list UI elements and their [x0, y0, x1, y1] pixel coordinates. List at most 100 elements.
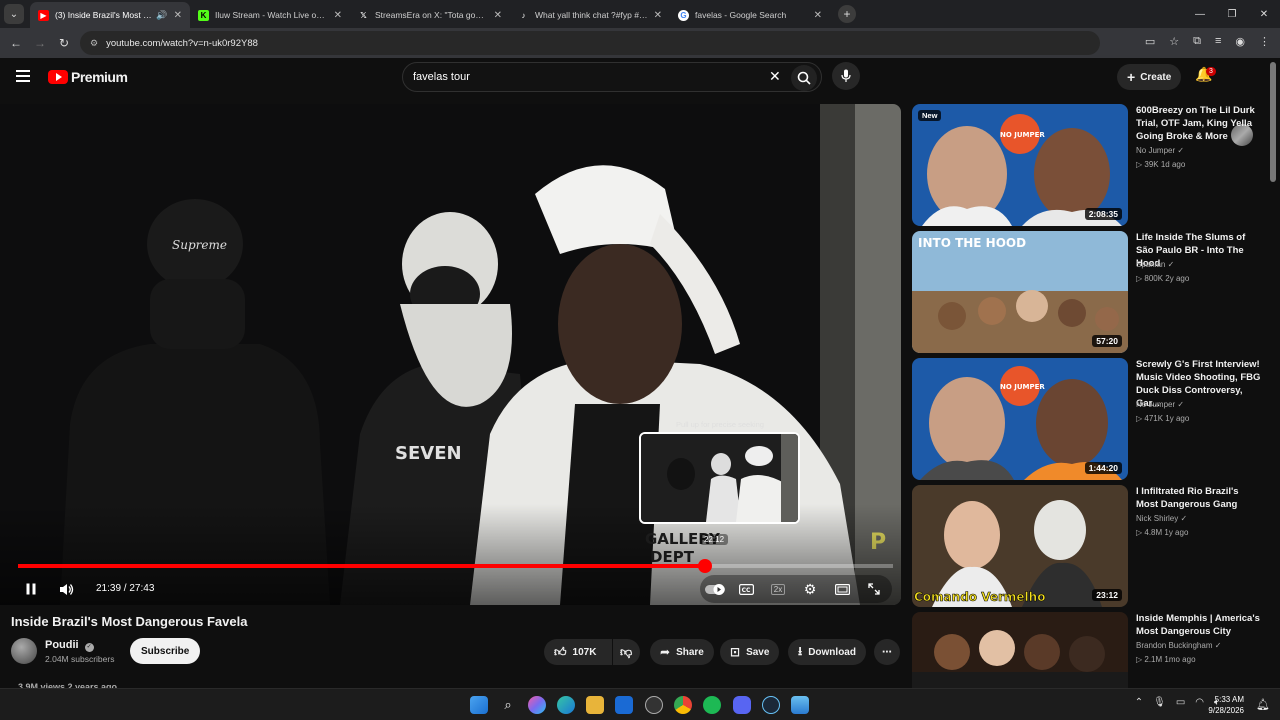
voice-search-button[interactable] — [832, 62, 860, 90]
autoplay-toggle[interactable] — [704, 580, 726, 598]
recommendation-channel[interactable]: Brandon Buckingham ✓ — [1136, 641, 1221, 650]
minimize-icon[interactable]: — — [1184, 0, 1216, 28]
steam-icon[interactable] — [762, 696, 780, 714]
tab-search-button[interactable]: ⌄ — [4, 4, 24, 24]
duration-badge: 2:08:35 — [1084, 208, 1122, 220]
search-button[interactable] — [791, 65, 817, 91]
progress-bar[interactable] — [18, 559, 893, 573]
volume-icon[interactable] — [57, 580, 75, 598]
taskbar-clock[interactable]: 5:33 AM 9/28/2026 — [1208, 694, 1244, 716]
page-scrollbar[interactable] — [1270, 62, 1276, 182]
download-icon: ⭳ — [798, 643, 803, 658]
recommendation-channel[interactable]: No Jumper ✓ — [1136, 146, 1184, 155]
recommendation-title[interactable]: Inside Memphis | America's Most Dangerou… — [1136, 612, 1262, 638]
captions-icon[interactable]: CC — [737, 580, 755, 598]
browser-tab-2[interactable]: K Iluw Stream - Watch Live on Ki ✕ — [190, 2, 350, 28]
close-window-icon[interactable]: ✕ — [1248, 0, 1280, 28]
like-button[interactable]: 👍︎ 107K — [544, 639, 612, 665]
thumbs-up-icon: 👍︎ — [554, 644, 567, 659]
search-icon — [797, 71, 811, 85]
close-icon[interactable]: ✕ — [814, 10, 822, 21]
wifi-icon[interactable]: ◠ — [1195, 697, 1204, 708]
search-input[interactable] — [413, 71, 753, 83]
recommendation-channel[interactable]: Nick Shirley ✓ — [1136, 514, 1187, 523]
recommendation-item[interactable]: Comando Vermelho 23:12 I Infiltrated Rio… — [912, 485, 1262, 607]
back-icon[interactable]: ← — [4, 36, 28, 50]
google-icon: G — [678, 9, 689, 21]
time-display: 21:39 / 27:43 — [96, 583, 155, 594]
youtube-logo[interactable]: Premium — [48, 69, 128, 85]
speaker-icon[interactable]: 🔊 — [156, 10, 167, 21]
cast-icon[interactable]: ▭ — [1145, 35, 1155, 48]
recommendation-item[interactable]: INTO THE HOOD 57:20 Life Inside The Slum… — [912, 231, 1262, 353]
settings-gear-icon[interactable]: ⚙ — [801, 580, 819, 598]
subscribe-button[interactable]: Subscribe — [130, 638, 201, 664]
github-icon[interactable] — [645, 696, 663, 714]
file-explorer-icon[interactable] — [586, 696, 604, 714]
search-icon[interactable]: ⌕ — [499, 696, 517, 714]
recommendation-thumbnail[interactable]: NO JUMPER New 2:08:35 — [912, 104, 1128, 226]
media-icon[interactable]: ≡ — [1215, 35, 1221, 48]
photos-icon[interactable] — [791, 696, 809, 714]
browser-tab-1[interactable]: ▶ (3) Inside Brazil's Most Dang 🔊 ✕ — [30, 2, 190, 28]
recommendation-thumbnail[interactable]: Comando Vermelho 23:12 — [912, 485, 1128, 607]
close-icon[interactable]: ✕ — [654, 10, 662, 21]
notification-icon[interactable]: 🔔︎ — [1256, 698, 1270, 711]
copilot-icon[interactable] — [528, 696, 546, 714]
recommendation-channel[interactable]: Spanian ✓ — [1136, 260, 1174, 269]
forward-icon[interactable]: → — [28, 36, 52, 50]
channel-name[interactable]: Poudii ✓ — [45, 639, 94, 652]
close-icon[interactable]: ✕ — [174, 10, 182, 21]
reload-icon[interactable]: ↻ — [52, 36, 76, 50]
site-info-icon[interactable]: ⚙ — [90, 38, 98, 49]
share-button[interactable]: ➦ Share — [650, 639, 714, 665]
pause-icon[interactable] — [22, 580, 40, 598]
restore-icon[interactable]: ❐ — [1216, 0, 1248, 28]
chrome-icon[interactable] — [674, 696, 692, 714]
edge-icon[interactable] — [557, 696, 575, 714]
playback-speed-icon[interactable]: 2x — [769, 580, 787, 598]
extensions-icon[interactable]: ⧉ — [1193, 35, 1201, 48]
menu-icon[interactable]: ⋮ — [1259, 35, 1270, 48]
new-tab-button[interactable]: + — [838, 5, 856, 23]
fullscreen-icon[interactable] — [865, 580, 883, 598]
svg-text:INTO THE HOOD: INTO THE HOOD — [918, 236, 1026, 250]
recommendation-meta: ▷ 4.8M 1y ago — [1136, 528, 1189, 537]
browser-tab-3[interactable]: 𝕏 StreamsEra on X: "Tota goes off ✕ — [350, 2, 510, 28]
recommendation-channel[interactable]: No Jumper ✓ — [1136, 400, 1184, 409]
download-button[interactable]: ⭳ Download — [788, 639, 866, 665]
browser-tab-5[interactable]: G favelas - Google Search ✕ — [670, 2, 830, 28]
save-button[interactable]: ⊡ Save — [720, 639, 780, 665]
more-actions-button[interactable]: ⋯ — [874, 639, 900, 665]
dislike-button[interactable]: 👎︎ — [613, 639, 640, 665]
video-frame: Supreme SEVEN GALLERY DEPT P — [0, 104, 901, 605]
recommendation-title[interactable]: I Infiltrated Rio Brazil's Most Dangerou… — [1136, 485, 1262, 511]
outlook-icon[interactable] — [615, 696, 633, 714]
clear-search-icon[interactable]: ✕ — [769, 68, 781, 85]
close-icon[interactable]: ✕ — [494, 10, 502, 21]
menu-hamburger-icon[interactable] — [16, 70, 30, 85]
create-button[interactable]: + Create — [1117, 64, 1182, 90]
profile-icon[interactable]: ◉ — [1235, 35, 1245, 48]
windows-start-icon[interactable] — [470, 696, 488, 714]
recommendation-thumbnail[interactable]: NO JUMPER 1:44:20 — [912, 358, 1128, 480]
recommendation-item[interactable]: NO JUMPER 1:44:20 Screwly G's First Inte… — [912, 358, 1262, 480]
recommendation-thumbnail[interactable] — [912, 612, 1128, 688]
chevron-up-icon[interactable]: ⌃ — [1135, 697, 1143, 708]
recommendation-title[interactable]: 600Breezy on The Lil Durk Trial, OTF Jam… — [1136, 104, 1262, 143]
theater-mode-icon[interactable] — [833, 580, 851, 598]
channel-avatar[interactable] — [11, 638, 37, 664]
progress-fill — [18, 564, 706, 568]
browser-tab-4[interactable]: ♪ What yall think chat ?#fyp #tot ✕ — [510, 2, 670, 28]
recommendation-item[interactable]: NO JUMPER New 2:08:35 600Breezy on The L… — [912, 104, 1262, 226]
discord-icon[interactable] — [733, 696, 751, 714]
url-bar[interactable]: ⚙ youtube.com/watch?v=n-uk0r92Y88 — [80, 31, 1100, 55]
spotify-icon[interactable] — [703, 696, 721, 714]
display-icon[interactable]: ▭ — [1176, 697, 1185, 708]
close-icon[interactable]: ✕ — [334, 10, 342, 21]
recommendation-thumbnail[interactable]: INTO THE HOOD 57:20 — [912, 231, 1128, 353]
recommendation-item[interactable]: Inside Memphis | America's Most Dangerou… — [912, 612, 1262, 688]
video-player[interactable]: Supreme SEVEN GALLERY DEPT P Pull up for… — [0, 104, 901, 605]
bookmark-star-icon[interactable]: ☆ — [1169, 35, 1179, 48]
microphone-tray-icon[interactable]: 🎙︎ — [1153, 697, 1166, 708]
